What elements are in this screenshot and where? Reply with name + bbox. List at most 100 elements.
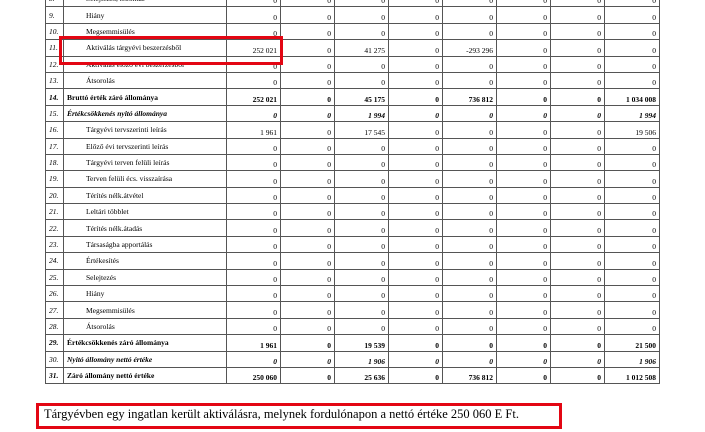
value-cell: 0	[550, 350, 605, 368]
value-cell: 0	[334, 55, 389, 73]
value-cell: 0	[442, 301, 497, 319]
value-cell: 0	[550, 334, 605, 352]
value-cell: 0	[226, 285, 281, 303]
row-number: 27.	[45, 301, 64, 319]
value-cell: 0	[388, 268, 443, 287]
value-cell: 0	[496, 317, 551, 336]
value-cell: 0	[604, 203, 660, 221]
row-label: Megsemmisülés	[63, 22, 227, 41]
value-cell: 0	[388, 203, 443, 221]
value-cell: 0	[388, 121, 443, 139]
value-cell: 0	[550, 71, 605, 90]
table-row: 27. Megsemmisülés 0 0 0 0 0 0 0 0	[45, 301, 660, 319]
value-cell: 0	[604, 55, 660, 73]
value-cell: 0	[280, 137, 335, 155]
value-cell: 0	[604, 301, 660, 319]
value-cell: 0	[226, 55, 281, 73]
value-cell: 0	[550, 301, 605, 319]
value-cell: 0	[280, 334, 335, 352]
row-number: 11.	[45, 39, 64, 57]
value-cell: 0	[496, 6, 551, 24]
value-cell: 0	[226, 317, 281, 336]
value-cell: 0	[604, 153, 660, 172]
value-cell: 0	[442, 137, 497, 155]
value-cell: 0	[226, 235, 281, 254]
value-cell: 736 812	[442, 366, 497, 385]
value-cell: 0	[388, 0, 443, 8]
value-cell: 0	[226, 268, 281, 287]
value-cell: 0	[496, 334, 551, 352]
value-cell: 0	[334, 0, 389, 8]
value-cell: 0	[280, 6, 335, 24]
table-row: 30. Nyitó állomány nettó értéke 0 0 1 906 0 0 0…	[45, 350, 660, 368]
value-cell: 0	[388, 301, 443, 319]
value-cell: 0	[604, 170, 660, 188]
value-cell: 0	[334, 252, 389, 270]
value-cell: 0	[280, 203, 335, 221]
row-label: Aktiválás előző évi beszerzésből	[63, 55, 227, 73]
row-number: 18.	[45, 153, 64, 172]
value-cell: 0	[496, 219, 551, 237]
row-label: Értékcsökkenés záró állománya	[63, 334, 227, 352]
value-cell: 0	[226, 350, 281, 368]
value-cell: 0	[388, 71, 443, 90]
value-cell: 0	[280, 170, 335, 188]
value-cell: 0	[496, 22, 551, 41]
table-row: 17. Előző évi tervszerinti leírás 0 0 0 0 0 0 0 0	[45, 137, 660, 155]
value-cell: 0	[442, 317, 497, 336]
value-cell: 0	[388, 22, 443, 41]
table-row: 15. Értékcsökkenés nyitó állománya 0 0 1 994…	[45, 104, 660, 123]
value-cell: 0	[388, 39, 443, 57]
value-cell: 0	[442, 235, 497, 254]
value-cell: 0	[388, 170, 443, 188]
value-cell: 0	[280, 301, 335, 319]
value-cell: 0	[496, 366, 551, 385]
value-cell: 1 961	[226, 121, 281, 139]
row-number: 14.	[45, 88, 64, 106]
value-cell: 0	[496, 186, 551, 205]
row-number: 26.	[45, 285, 64, 303]
row-number: 10.	[45, 22, 64, 41]
value-cell: 250 060	[226, 366, 281, 385]
value-cell: 0	[280, 366, 335, 385]
value-cell: 0	[226, 137, 281, 155]
row-label: Térítés nélk.átadás	[63, 219, 227, 237]
row-label: Terven felüli écs. visszaírása	[63, 170, 227, 188]
value-cell: 0	[226, 104, 281, 123]
row-label: Társaságba apportálás	[63, 235, 227, 254]
row-label: Térítés nélk.átvétel	[63, 186, 227, 205]
value-cell: 0	[280, 252, 335, 270]
value-cell: 0	[550, 6, 605, 24]
value-cell: 1 034 008	[604, 88, 660, 106]
value-cell: 1 906	[604, 350, 660, 368]
value-cell: 0	[496, 137, 551, 155]
table-row: 21. Leltári többlet 0 0 0 0 0 0 0 0	[45, 203, 660, 221]
row-number: 19.	[45, 170, 64, 188]
value-cell: 0	[604, 317, 660, 336]
asset-movement-table: 8.Selejtezés, lebontás000000009.Hiány000…	[45, 0, 660, 385]
value-cell: 25 636	[334, 366, 389, 385]
value-cell: 0	[334, 219, 389, 237]
value-cell: 0	[442, 285, 497, 303]
table-row: 29. Értékcsökkenés záró állománya 1 961 0 19…	[45, 334, 660, 352]
value-cell: 1 906	[334, 350, 389, 368]
table-row: 20. Térítés nélk.átvétel 0 0 0 0 0 0 0 0	[45, 186, 660, 205]
value-cell: 0	[334, 22, 389, 41]
row-number: 21.	[45, 203, 64, 221]
row-label: Hiány	[63, 6, 227, 24]
value-cell: 252 021	[226, 39, 281, 57]
value-cell: 0	[550, 55, 605, 73]
row-label: Záró állomány nettó értéke	[63, 366, 227, 385]
value-cell: 0	[226, 153, 281, 172]
value-cell: 0	[442, 22, 497, 41]
row-label: Selejtezés, lebontás	[63, 0, 227, 8]
value-cell: 0	[280, 0, 335, 8]
value-cell: 0	[334, 235, 389, 254]
row-label: Nyitó állomány nettó értéke	[63, 350, 227, 368]
value-cell: 0	[388, 186, 443, 205]
table-row: 8.Selejtezés, lebontás00000000	[45, 0, 660, 8]
value-cell: 0	[496, 88, 551, 106]
value-cell: 0	[496, 0, 551, 8]
value-cell: 0	[388, 317, 443, 336]
row-number: 9.	[45, 6, 64, 24]
